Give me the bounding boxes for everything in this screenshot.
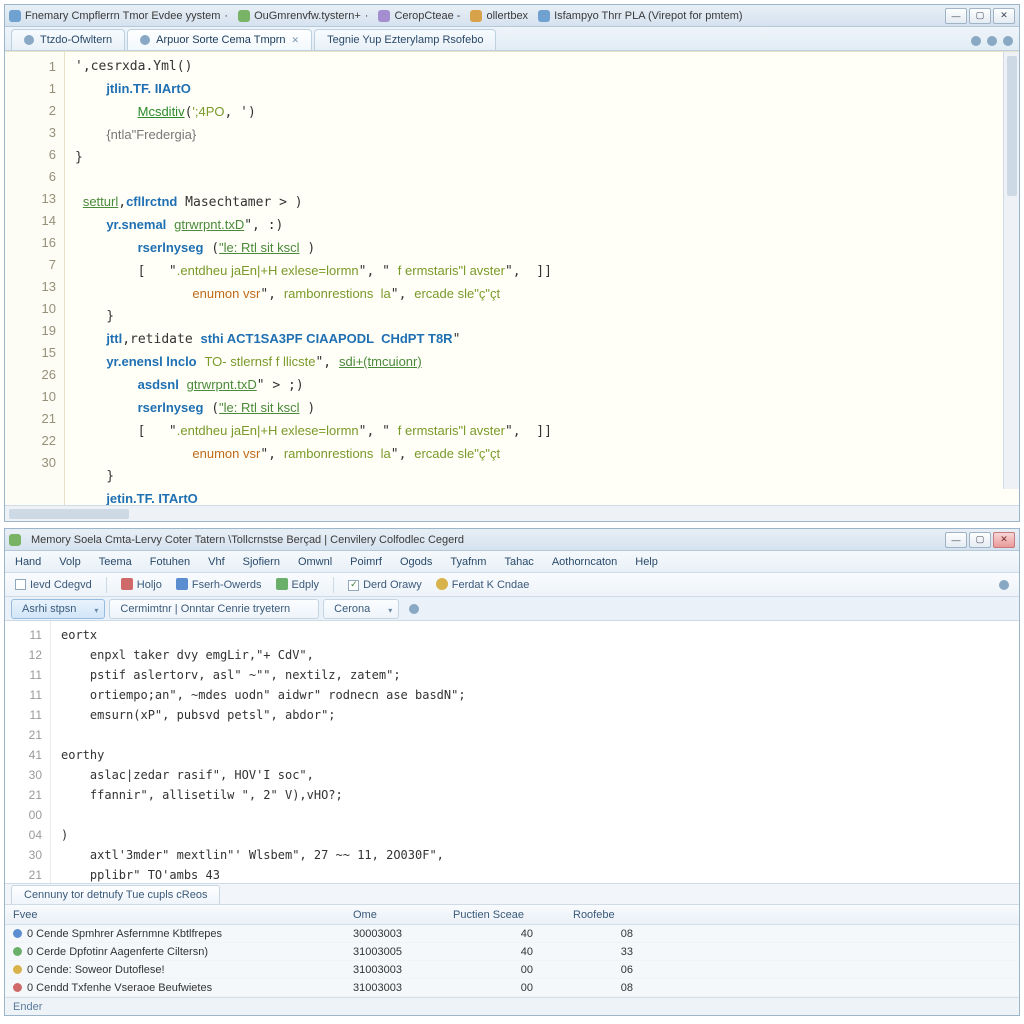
col-scene[interactable]: Puctien Sceae — [453, 909, 573, 921]
menu-poimrf[interactable]: Poimrf — [350, 556, 382, 568]
titlebar-bottom[interactable]: Memory Soela Cmta-Lervy Coter Tatern \To… — [5, 529, 1019, 551]
context-tab-b[interactable]: Cermimtnr | Onntar Cenrie tryetern — [109, 599, 319, 619]
status-dot-icon — [13, 983, 22, 992]
menubar: Hand Volp Teema Fotuhen Vhf Sjofiern Omw… — [5, 551, 1019, 573]
maximize-button[interactable]: ▢ — [969, 532, 991, 548]
tab-label: Ttzdo-Ofwltern — [40, 34, 112, 46]
chevron-down-icon: ▾ — [94, 606, 98, 615]
menu-vhf[interactable]: Vhf — [208, 556, 225, 568]
module-icon — [238, 10, 250, 22]
menu-omwnl[interactable]: Omwnl — [298, 556, 332, 568]
menu-fotuhen[interactable]: Fotuhen — [150, 556, 190, 568]
tool-item-b[interactable]: Holjo — [121, 578, 162, 591]
col-name[interactable]: Fvee — [13, 909, 353, 921]
editor-window-top: Fnemary Cmpflerrn Tmor Evdee yystem · Ou… — [4, 4, 1020, 522]
status-dot-icon — [13, 929, 22, 938]
tool-item-f[interactable]: Ferdat K Cndae — [436, 578, 530, 591]
tool-checkbox-a[interactable]: Ievd Cdegvd — [15, 579, 92, 591]
title-seg-1: Fnemary Cmpflerrn Tmor Evdee yystem — [25, 10, 220, 22]
app-icon — [9, 10, 21, 22]
code-body[interactable]: eortx enpxl taker dvy emgLir,"+ CdV", ps… — [51, 621, 1019, 883]
file-tabbar: Ttzdo-Ofwltern Arpuor Sorte Cema Tmprn ✕… — [5, 27, 1019, 51]
window-controls: — ▢ ✕ — [945, 532, 1015, 548]
menu-tahac[interactable]: Tahac — [504, 556, 533, 568]
tool-checkbox-e[interactable]: Derd Orawy — [348, 579, 422, 591]
status-text: Ender — [13, 1001, 42, 1013]
minimize-button[interactable]: — — [945, 8, 967, 24]
row-name: 0 Cerde Dpfotinr Aagenferte Ciltersn) — [27, 946, 208, 958]
menu-tyafnm[interactable]: Tyafnm — [450, 556, 486, 568]
menu-teema[interactable]: Teema — [99, 556, 132, 568]
toolbar: Ievd Cdegvd Holjo Fserh-Owerds Edply Der… — [5, 573, 1019, 597]
table-row[interactable]: 0 Cendd Txfenhe Vseraoe Beufwietes 31003… — [5, 979, 1019, 997]
chevron-down-icon: ▾ — [388, 606, 392, 615]
table-row[interactable]: 0 Cende Spmhrer Asfernmne Kbtlfrepes 300… — [5, 925, 1019, 943]
menu-volp[interactable]: Volp — [59, 556, 80, 568]
panel-tab-active[interactable]: Cennuny tor detnufy Tue cupls cReos — [11, 885, 220, 904]
results-table: Fvee Ome Puctien Sceae Roofebe 0 Cende S… — [5, 905, 1019, 997]
menu-aothorncaton[interactable]: Aothorncaton — [552, 556, 617, 568]
minimize-button[interactable]: — — [945, 532, 967, 548]
code-body[interactable]: ',cesrxda.Yml() jtlin.TF. IIArtO Mcsditi… — [65, 52, 1019, 505]
window-controls: — ▢ ✕ — [945, 8, 1015, 24]
status-dot-icon — [13, 965, 22, 974]
table-header: Fvee Ome Puctien Sceae Roofebe — [5, 905, 1019, 925]
code-editor-bottom[interactable]: 111211 111121 413021 000430 212121 s20 e… — [5, 621, 1019, 883]
table-row[interactable]: 0 Cerde Dpfotinr Aagenferte Ciltersn) 31… — [5, 943, 1019, 961]
line-gutter: 111211 111121 413021 000430 212121 s20 — [5, 621, 51, 883]
context-tab-c[interactable]: Cerona▾ — [323, 599, 399, 619]
tab-file-1[interactable]: Ttzdo-Ofwltern — [11, 29, 125, 50]
tab-label: Tegnie Yup Ezterylamp Rsofebo — [327, 34, 483, 46]
table-row[interactable]: 0 Cende: Soweor Dutoflese! 31003003 00 0… — [5, 961, 1019, 979]
status-dot-icon — [13, 947, 22, 956]
tab-file-3[interactable]: Tegnie Yup Ezterylamp Rsofebo — [314, 29, 496, 50]
menu-hand[interactable]: Hand — [15, 556, 41, 568]
row-name: 0 Cende Spmhrer Asfernmne Kbtlfrepes — [27, 928, 222, 940]
window-title: Memory Soela Cmta-Lervy Coter Tatern \To… — [31, 534, 464, 546]
scrollbar-vertical[interactable] — [1003, 52, 1019, 489]
module-icon — [538, 10, 550, 22]
tool-item-d[interactable]: Edply — [276, 578, 320, 591]
col-roofebe[interactable]: Roofebe — [573, 909, 663, 921]
title-seg-5: Isfampyo Thrr PLA (Virepot for pmtem) — [554, 10, 743, 22]
statusbar: Ender — [5, 997, 1019, 1015]
context-tabbar: Asrhi stpsn▾ Cermimtnr | Onntar Cenrie t… — [5, 597, 1019, 621]
title-seg-2: OuGmrenvfw.tystern+ — [254, 10, 361, 22]
menu-help[interactable]: Help — [635, 556, 658, 568]
tab-close-icon[interactable]: ✕ — [292, 35, 300, 46]
title-seg-4: ollertbex — [486, 10, 528, 22]
toolbar-overflow-icon[interactable] — [999, 580, 1009, 590]
context-tab-a[interactable]: Asrhi stpsn▾ — [11, 599, 105, 619]
row-name: 0 Cende: Soweor Dutoflese! — [27, 964, 165, 976]
line-gutter: 112 366 131416 71310 191526 102122 30 — [5, 52, 65, 505]
bottom-panel-tabs: Cennuny tor detnufy Tue cupls cReos — [5, 883, 1019, 905]
close-button[interactable]: ✕ — [993, 532, 1015, 548]
menu-ogods[interactable]: Ogods — [400, 556, 432, 568]
maximize-button[interactable]: ▢ — [969, 8, 991, 24]
toolbar-icon[interactable] — [1003, 36, 1013, 46]
app-icon — [9, 534, 21, 546]
module-icon — [378, 10, 390, 22]
titlebar-top[interactable]: Fnemary Cmpflerrn Tmor Evdee yystem · Ou… — [5, 5, 1019, 27]
toolbar-icon[interactable] — [971, 36, 981, 46]
row-name: 0 Cendd Txfenhe Vseraoe Beufwietes — [27, 982, 212, 994]
tool-item-c[interactable]: Fserh-Owerds — [176, 578, 262, 591]
file-icon — [24, 35, 34, 45]
scrollbar-horizontal[interactable] — [5, 505, 1019, 521]
title-seg-3: CeropCteae - — [394, 10, 460, 22]
col-ome[interactable]: Ome — [353, 909, 453, 921]
file-icon — [140, 35, 150, 45]
menu-sjofiern[interactable]: Sjofiern — [243, 556, 280, 568]
tab-file-2-active[interactable]: Arpuor Sorte Cema Tmprn ✕ — [127, 29, 312, 50]
code-editor-top[interactable]: 112 366 131416 71310 191526 102122 30 ',… — [5, 51, 1019, 505]
close-button[interactable]: ✕ — [993, 8, 1015, 24]
editor-window-bottom: Memory Soela Cmta-Lervy Coter Tatern \To… — [4, 528, 1020, 1016]
module-icon — [470, 10, 482, 22]
add-tab-icon[interactable] — [409, 604, 419, 614]
tab-label: Arpuor Sorte Cema Tmprn — [156, 34, 285, 46]
toolbar-icon[interactable] — [987, 36, 997, 46]
